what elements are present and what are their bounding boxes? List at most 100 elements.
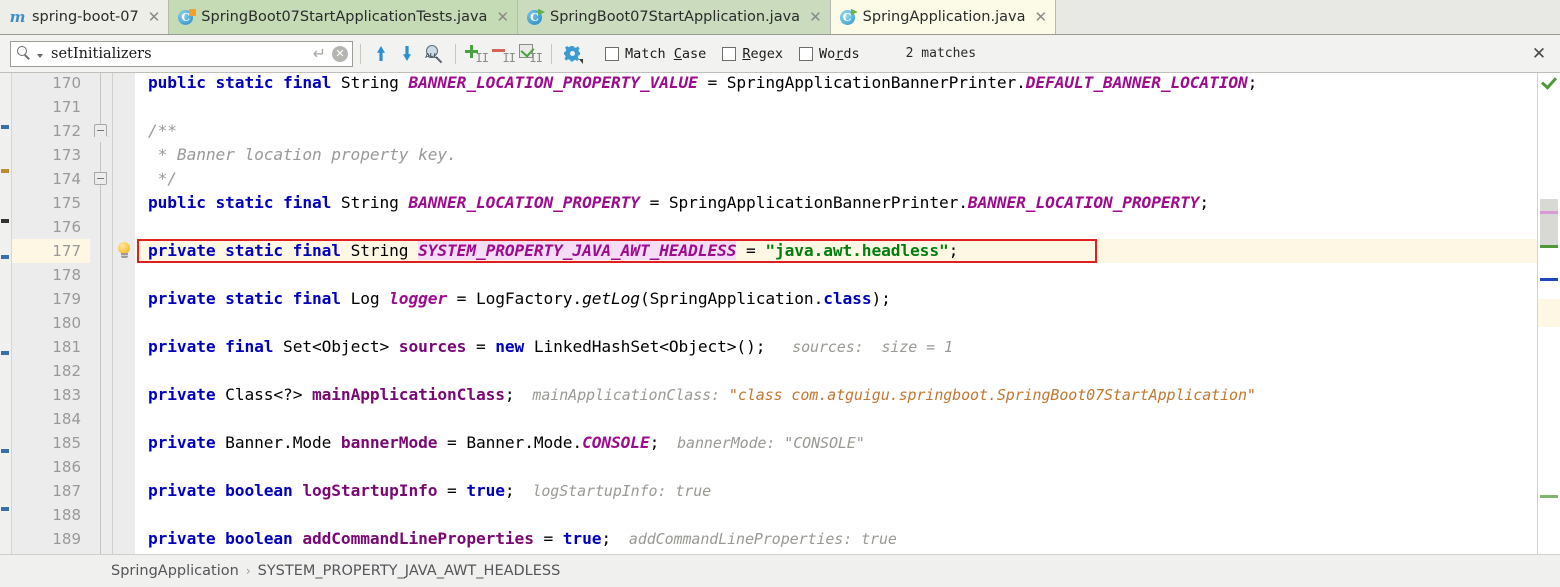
code-line[interactable]: private static final Log logger = LogFac… (148, 287, 891, 311)
stripe-marker (1, 507, 9, 511)
select-all-occurrences-button[interactable]: II (517, 42, 544, 66)
remove-selection-button[interactable]: II (490, 42, 517, 66)
code-token: Log (350, 289, 390, 308)
code-line[interactable]: /** (148, 119, 177, 143)
line-number: 170 (52, 74, 81, 92)
code-token: mainApplicationClass (311, 385, 505, 404)
editor-fold-gutter[interactable] (90, 73, 113, 554)
code-line[interactable]: private Banner.Mode bannerMode = Banner.… (148, 431, 865, 455)
code-token: String (340, 193, 409, 212)
editor-code-area[interactable]: public static final String BANNER_LOCATI… (135, 73, 1537, 554)
checkbox-box[interactable] (722, 46, 737, 61)
find-all-button[interactable]: ALL (420, 41, 448, 67)
code-token: (SpringApplication. (639, 289, 824, 308)
editor-icon-gutter[interactable] (113, 73, 135, 554)
code-token: logStartupInfo: true (514, 482, 712, 500)
code-token: */ (148, 169, 177, 188)
code-line[interactable]: public static final String BANNER_LOCATI… (148, 191, 1209, 215)
line-number: 187 (52, 482, 81, 500)
code-token: public static final (148, 73, 341, 92)
line-number: 173 (52, 146, 81, 164)
toolbar-separator (551, 43, 552, 64)
inspections-ok-check-icon[interactable] (1541, 76, 1556, 88)
code-line[interactable]: private final Set<Object> sources = new … (148, 335, 953, 359)
stripe-marker (1, 351, 9, 355)
regex-label: Regex (742, 45, 783, 62)
code-line[interactable]: */ (148, 167, 177, 191)
tab-label: SpringBoot07StartApplicationTests.java (201, 8, 488, 25)
code-token: Set<Object> (283, 337, 399, 356)
code-token: private (148, 433, 226, 452)
code-token: "class com.atguigu.springboot.SpringBoot… (728, 386, 1256, 404)
checkbox-box[interactable] (798, 46, 813, 61)
clear-circle-icon[interactable]: ✕ (332, 45, 348, 62)
fold-end-icon[interactable] (94, 172, 107, 185)
code-token: BANNER_LOCATION_PROPERTY_VALUE (408, 73, 698, 92)
search-input[interactable] (47, 42, 309, 65)
code-line[interactable]: private boolean logStartupInfo = true; l… (148, 479, 711, 503)
line-number: 171 (52, 98, 81, 116)
caret-marker[interactable] (1540, 278, 1558, 281)
code-token: addCommandLineProperties (302, 529, 534, 548)
find-previous-button[interactable] (368, 41, 394, 67)
breadcrumb-item-class[interactable]: SpringApplication (111, 563, 239, 579)
tab-close-icon[interactable]: ✕ (496, 9, 509, 25)
highlight-band (1538, 299, 1560, 327)
change-marker[interactable] (1540, 495, 1558, 498)
code-token: * Banner location property key. (148, 145, 457, 164)
code-token: BANNER_LOCATION_PROPERTY (967, 193, 1200, 212)
occurrence-marker[interactable] (1540, 211, 1558, 214)
fold-collapse-icon[interactable] (94, 124, 107, 137)
tab-close-icon[interactable]: ✕ (148, 9, 161, 25)
editor-tab-springboot07startapplicationtests[interactable]: C SpringBoot07StartApplicationTests.java… (169, 0, 519, 34)
code-token: = Banner.Mode. (437, 433, 583, 452)
code-token: ; (649, 433, 660, 452)
regex-checkbox[interactable]: Regex (722, 46, 783, 62)
line-number: 185 (52, 434, 81, 452)
editor-tab-springboot07startapplication[interactable]: C SpringBoot07StartApplication.java ✕ (518, 0, 831, 34)
code-token: sources (398, 337, 467, 356)
editor-right-marker-bar[interactable] (1537, 73, 1560, 554)
editor-tab-spring-boot-07[interactable]: m spring-boot-07 ✕ (0, 0, 170, 34)
editor-line-number-gutter[interactable]: 170 171 172 173 174 175 176 177 178 179 180 181 182 1… (12, 73, 90, 554)
code-token: = (437, 481, 467, 500)
annotation-red-box (137, 239, 1097, 263)
breadcrumb-item-field[interactable]: SYSTEM_PROPERTY_JAVA_AWT_HEADLESS (258, 563, 561, 579)
line-number: 174 (52, 170, 81, 188)
scrollbar-thumb[interactable] (1540, 199, 1558, 247)
code-line[interactable]: public static final String BANNER_LOCATI… (148, 73, 1257, 95)
code-token: bannerMode: "CONSOLE" (659, 434, 865, 452)
find-settings-button[interactable] (561, 43, 583, 65)
code-token: BANNER_LOCATION_PROPERTY (408, 193, 640, 212)
tab-label: spring-boot-07 (32, 8, 139, 25)
change-marker[interactable] (1540, 245, 1558, 248)
checkbox-box[interactable] (605, 46, 619, 61)
code-line[interactable]: * Banner location property key. (148, 143, 457, 167)
line-number: 178 (52, 266, 81, 284)
search-icon (17, 46, 32, 61)
editor-tab-bar: m spring-boot-07 ✕ C SpringBoot07StartAp… (0, 0, 1560, 35)
breadcrumb-separator-icon: › (245, 564, 251, 578)
code-token: logger (389, 289, 448, 308)
words-checkbox[interactable]: Words (798, 46, 860, 62)
tab-label: SpringApplication.java (862, 8, 1026, 25)
line-number: 177 (52, 242, 81, 260)
code-line[interactable]: private Class<?> mainApplicationClass; m… (148, 383, 1256, 407)
code-token: getLog (582, 289, 640, 308)
find-next-button[interactable] (394, 41, 420, 67)
search-field-container[interactable]: ↵ ✕ (10, 40, 353, 67)
editor-tab-springapplication[interactable]: C SpringApplication.java ✕ (830, 0, 1057, 34)
match-case-label: Match Case (625, 45, 707, 62)
intention-bulb-icon[interactable] (116, 242, 132, 260)
stripe-marker (1, 169, 9, 173)
tab-close-icon[interactable]: ✕ (809, 9, 822, 25)
line-number: 184 (52, 410, 81, 428)
code-token: new (495, 337, 534, 356)
tab-close-icon[interactable]: ✕ (1034, 9, 1047, 25)
close-find-toolbar-button[interactable]: ✕ (1526, 39, 1552, 69)
match-case-checkbox[interactable]: Match Case (605, 46, 706, 62)
add-selection-button[interactable]: II (463, 42, 490, 66)
chevron-down-icon[interactable] (37, 53, 43, 58)
code-line[interactable]: private boolean addCommandLineProperties… (148, 527, 897, 551)
line-number: 179 (52, 290, 81, 308)
